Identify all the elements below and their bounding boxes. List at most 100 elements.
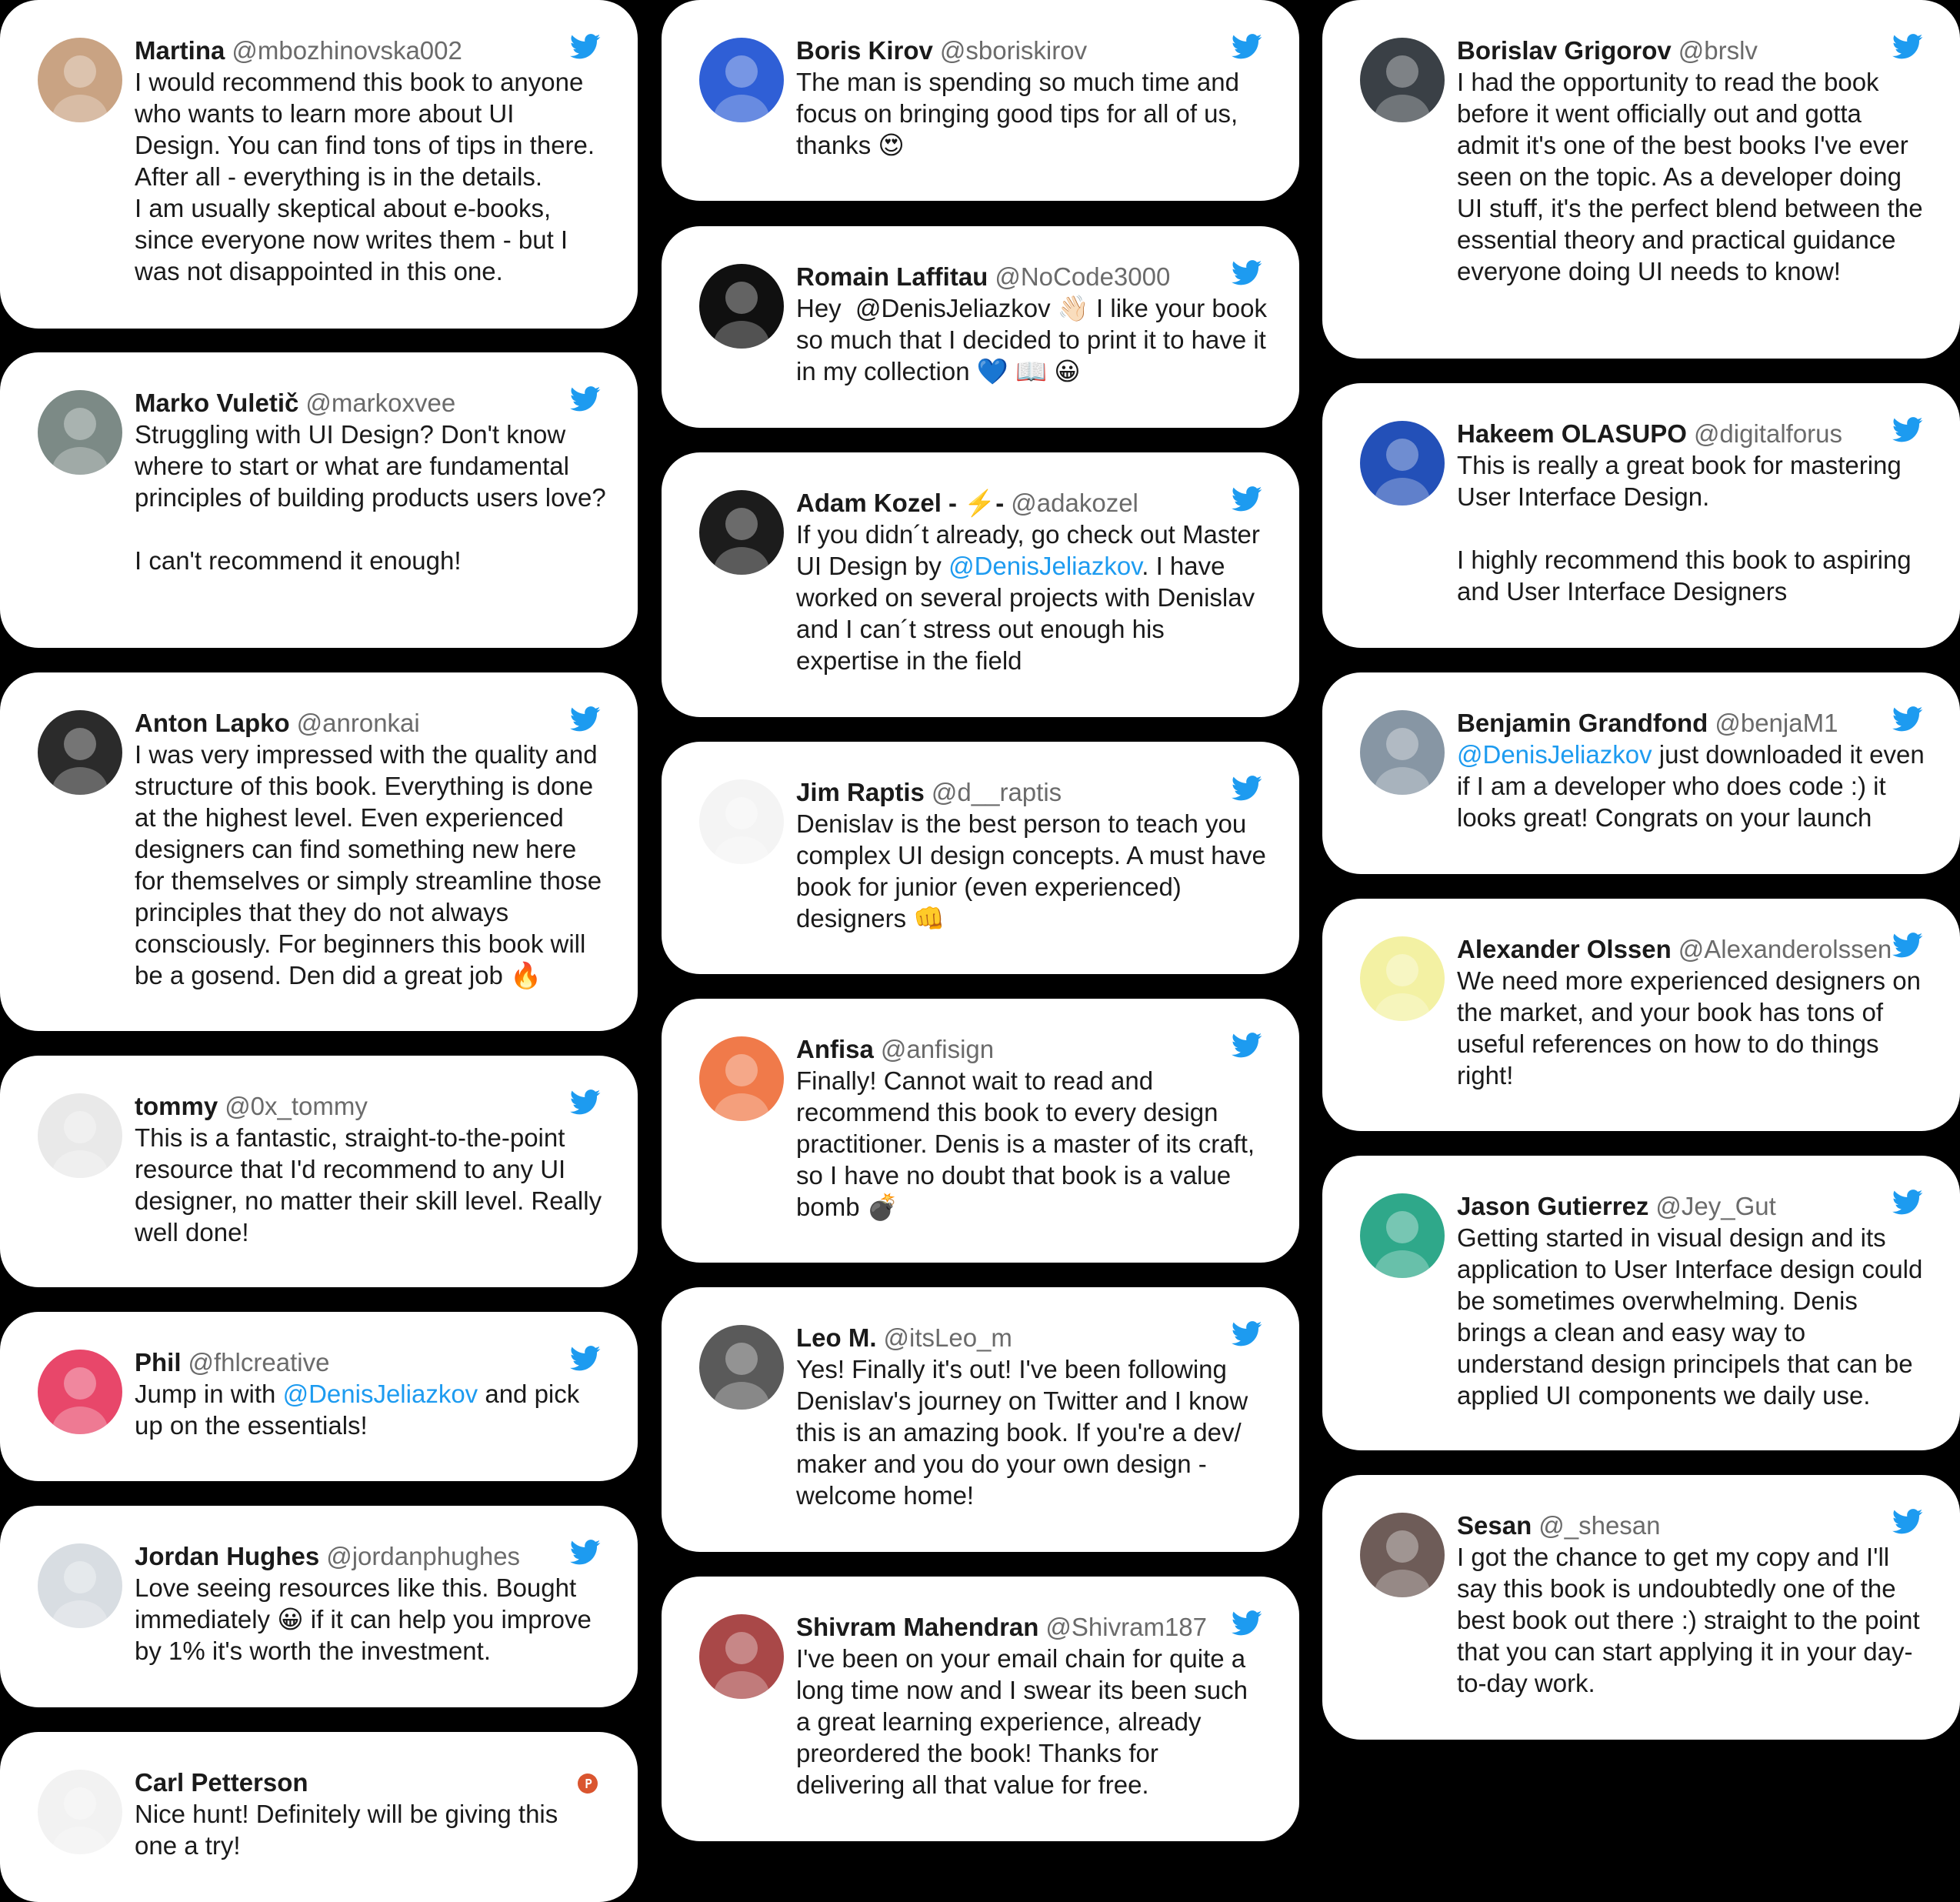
testimonial-card-anfisa[interactable]: Anfisa @anfisign Finally! Cannot wait to r…	[662, 999, 1299, 1263]
testimonial-card-carl-petterson[interactable]: Carl Petterson Nice hunt! Definitely will…	[0, 1732, 638, 1902]
author-handle[interactable]: @_shesan	[1538, 1511, 1660, 1540]
author-name[interactable]: Borislav Grigorov	[1457, 36, 1672, 65]
testimonial-card-leo-m[interactable]: Leo M. @itsLeo_m Yes! Finally it's out! I'…	[662, 1287, 1299, 1552]
author-handle[interactable]: @Shivram187	[1045, 1613, 1207, 1641]
avatar[interactable]	[699, 1614, 784, 1699]
author-name[interactable]: Martina	[135, 36, 225, 65]
avatar[interactable]	[38, 1350, 122, 1434]
avatar[interactable]	[1360, 38, 1445, 122]
author-name[interactable]: Sesan	[1457, 1511, 1532, 1540]
twitter-bird-icon[interactable]	[1231, 1610, 1262, 1637]
author-handle[interactable]: @d__raptis	[932, 778, 1062, 806]
author-name[interactable]: Anfisa	[796, 1035, 874, 1063]
twitter-bird-icon[interactable]	[1231, 1033, 1262, 1059]
testimonial-card-sesan[interactable]: Sesan @_shesan I got the chance to get my …	[1322, 1475, 1960, 1740]
avatar[interactable]	[38, 38, 122, 122]
author-handle[interactable]: @mbozhinovska002	[232, 36, 462, 65]
author-name[interactable]: Hakeem OLASUPO	[1457, 419, 1687, 448]
twitter-bird-icon[interactable]	[569, 1540, 601, 1566]
author-handle[interactable]: @fhlcreative	[188, 1348, 330, 1376]
author-name[interactable]: tommy	[135, 1092, 218, 1120]
testimonial-card-shivram-mahendran[interactable]: Shivram Mahendran @Shivram187 I've been on…	[662, 1577, 1299, 1841]
author-name[interactable]: Carl Petterson	[135, 1768, 308, 1797]
author-name[interactable]: Anton Lapko	[135, 709, 290, 737]
avatar[interactable]	[1360, 710, 1445, 795]
testimonial-card-jim-raptis[interactable]: Jim Raptis @d__raptis Denislav is the best…	[662, 742, 1299, 974]
author-name[interactable]: Benjamin Grandfond	[1457, 709, 1708, 737]
author-name[interactable]: Boris Kirov	[796, 36, 933, 65]
twitter-bird-icon[interactable]	[1231, 486, 1262, 512]
avatar[interactable]	[699, 1036, 784, 1121]
avatar[interactable]	[38, 390, 122, 475]
author-name[interactable]: Adam Kozel - ⚡️-	[796, 489, 1004, 517]
author-handle[interactable]: @Alexanderolssen	[1678, 935, 1892, 963]
testimonial-card-alexander-olssen[interactable]: Alexander Olssen @Alexanderolssen We need …	[1322, 899, 1960, 1131]
avatar[interactable]	[699, 1325, 784, 1410]
author-handle[interactable]: @sboriskirov	[940, 36, 1087, 65]
author-name[interactable]: Romain Laffitau	[796, 262, 988, 291]
twitter-bird-icon[interactable]	[1892, 1190, 1923, 1216]
testimonial-card-boris-kirov[interactable]: Boris Kirov @sboriskirov The man is spendi…	[662, 0, 1299, 201]
twitter-bird-icon[interactable]	[1892, 1509, 1923, 1535]
testimonial-card-benjamin-grandfond[interactable]: Benjamin Grandfond @benjaM1 @DenisJeliazko…	[1322, 672, 1960, 874]
twitter-bird-icon[interactable]	[1892, 417, 1923, 443]
testimonial-card-jason-gutierrez[interactable]: Jason Gutierrez @Jey_Gut Getting started i…	[1322, 1156, 1960, 1450]
avatar[interactable]	[1360, 1193, 1445, 1278]
author-handle[interactable]: @0x_tommy	[225, 1092, 368, 1120]
producthunt-icon[interactable]	[578, 1774, 598, 1794]
testimonial-card-phil[interactable]: Phil @fhlcreative Jump in with @DenisJelia…	[0, 1312, 638, 1481]
twitter-bird-icon[interactable]	[569, 1089, 601, 1116]
testimonial-card-hakeem-olasupo[interactable]: Hakeem OLASUPO @digitalforus This is reall…	[1322, 383, 1960, 648]
author-name[interactable]: Jordan Hughes	[135, 1542, 319, 1570]
testimonial-card-marko-vuleti[interactable]: Marko Vuletič @markoxvee Struggling with U…	[0, 352, 638, 648]
avatar[interactable]	[38, 1093, 122, 1178]
author-handle[interactable]: @benjaM1	[1715, 709, 1838, 737]
author-handle[interactable]: @Jey_Gut	[1655, 1192, 1775, 1220]
mention-link[interactable]: @DenisJeliazkov	[1457, 740, 1652, 769]
twitter-bird-icon[interactable]	[569, 706, 601, 732]
author-handle[interactable]: @NoCode3000	[995, 262, 1170, 291]
avatar[interactable]	[38, 1770, 122, 1854]
twitter-bird-icon[interactable]	[569, 34, 601, 60]
testimonial-card-tommy[interactable]: tommy @0x_tommy This is a fantastic, strai…	[0, 1056, 638, 1287]
avatar[interactable]	[699, 779, 784, 864]
author-name[interactable]: Jim Raptis	[796, 778, 925, 806]
mention-link[interactable]: @DenisJeliazkov	[283, 1380, 478, 1408]
avatar[interactable]	[1360, 1513, 1445, 1597]
twitter-bird-icon[interactable]	[569, 1346, 601, 1372]
author-handle[interactable]: @anfisign	[881, 1035, 994, 1063]
twitter-bird-icon[interactable]	[1231, 776, 1262, 802]
author-name[interactable]: Marko Vuletič	[135, 389, 298, 417]
testimonial-card-anton-lapko[interactable]: Anton Lapko @anronkai I was very impressed…	[0, 672, 638, 1031]
author-name[interactable]: Phil	[135, 1348, 182, 1376]
avatar[interactable]	[699, 264, 784, 349]
author-name[interactable]: Jason Gutierrez	[1457, 1192, 1648, 1220]
author-handle[interactable]: @itsLeo_m	[884, 1323, 1012, 1352]
twitter-bird-icon[interactable]	[569, 386, 601, 412]
author-handle[interactable]: @anronkai	[297, 709, 420, 737]
author-name[interactable]: Shivram Mahendran	[796, 1613, 1038, 1641]
twitter-bird-icon[interactable]	[1892, 933, 1923, 959]
testimonial-card-borislav-grigorov[interactable]: Borislav Grigorov @brslv I had the opportu…	[1322, 0, 1960, 359]
testimonial-card-adam-kozel[interactable]: Adam Kozel - ⚡️- @adakozel If you didn´t a…	[662, 452, 1299, 717]
author-name[interactable]: Alexander Olssen	[1457, 935, 1672, 963]
twitter-bird-icon[interactable]	[1892, 706, 1923, 732]
avatar[interactable]	[1360, 421, 1445, 506]
author-handle[interactable]: @digitalforus	[1694, 419, 1842, 448]
mention-link[interactable]: @DenisJeliazkov	[948, 552, 1142, 580]
author-handle[interactable]: @brslv	[1678, 36, 1758, 65]
twitter-bird-icon[interactable]	[1231, 34, 1262, 60]
twitter-bird-icon[interactable]	[1892, 34, 1923, 60]
testimonial-card-martina[interactable]: Martina @mbozhinovska002 I would recommend…	[0, 0, 638, 329]
author-handle[interactable]: @adakozel	[1011, 489, 1138, 517]
twitter-bird-icon[interactable]	[1231, 260, 1262, 286]
avatar[interactable]	[699, 38, 784, 122]
avatar[interactable]	[38, 1543, 122, 1628]
author-name[interactable]: Leo M.	[796, 1323, 877, 1352]
author-handle[interactable]: @jordanphughes	[326, 1542, 520, 1570]
author-handle[interactable]: @markoxvee	[305, 389, 455, 417]
testimonial-card-jordan-hughes[interactable]: Jordan Hughes @jordanphughes Love seeing r…	[0, 1506, 638, 1707]
avatar[interactable]	[1360, 936, 1445, 1021]
avatar[interactable]	[38, 710, 122, 795]
testimonial-card-romain-laffitau[interactable]: Romain Laffitau @NoCode3000 Hey @DenisJeli…	[662, 226, 1299, 428]
